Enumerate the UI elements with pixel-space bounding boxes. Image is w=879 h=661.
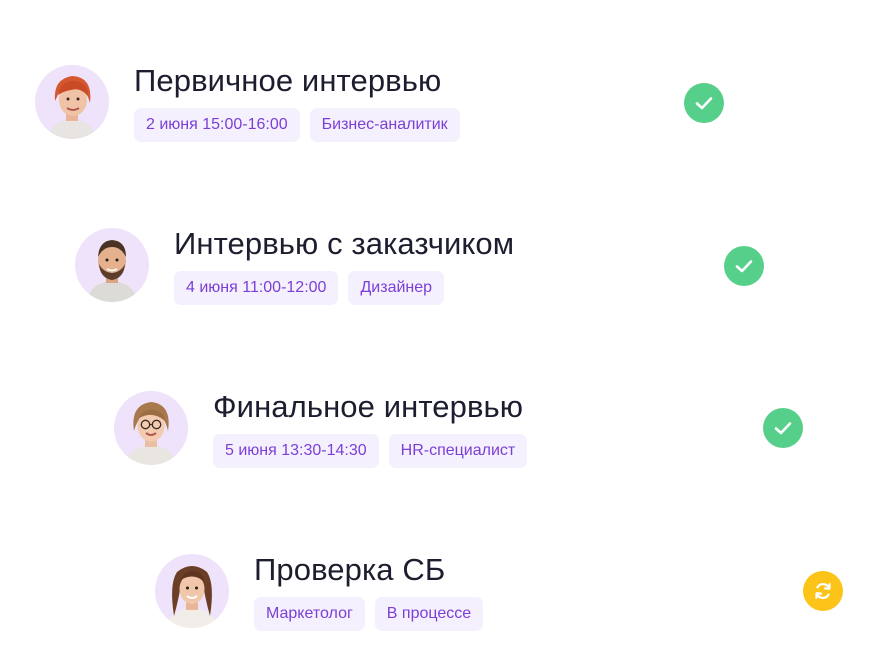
interview-title: Проверка СБ xyxy=(254,552,446,587)
check-icon xyxy=(735,260,753,273)
role-tag: Дизайнер xyxy=(348,271,445,305)
interview-title: Первичное интервью xyxy=(134,63,442,98)
woman-red-hair-avatar xyxy=(35,65,109,139)
status-completed-badge xyxy=(763,408,803,448)
tag-group: 5 июня 13:30-14:30 HR-специалист xyxy=(213,434,528,468)
bearded-man-avatar xyxy=(75,228,149,302)
check-icon xyxy=(774,422,792,435)
woman-glasses-avatar xyxy=(114,391,188,465)
status-in-progress-badge xyxy=(803,571,843,611)
role-tag: Маркетолог xyxy=(254,597,365,631)
date-tag: 5 июня 13:30-14:30 xyxy=(213,434,379,468)
role-tag: HR-специалист xyxy=(388,434,528,468)
check-icon xyxy=(695,97,713,110)
tag-group: 2 июня 15:00-16:00 Бизнес-аналитик xyxy=(134,108,460,142)
tag-group: 4 июня 11:00-12:00 Дизайнер xyxy=(174,271,445,305)
date-tag: 4 июня 11:00-12:00 xyxy=(174,271,339,305)
status-completed-badge xyxy=(684,83,724,123)
interview-title: Финальное интервью xyxy=(213,389,524,424)
status-tag: В процессе xyxy=(374,597,484,631)
refresh-icon xyxy=(815,583,831,599)
tag-group: Маркетолог В процессе xyxy=(254,597,484,631)
status-completed-badge xyxy=(724,246,764,286)
role-tag: Бизнес-аналитик xyxy=(309,108,460,142)
date-tag: 2 июня 15:00-16:00 xyxy=(134,108,300,142)
woman-brown-hair-avatar xyxy=(155,554,229,628)
interview-title: Интервью с заказчиком xyxy=(174,226,515,261)
